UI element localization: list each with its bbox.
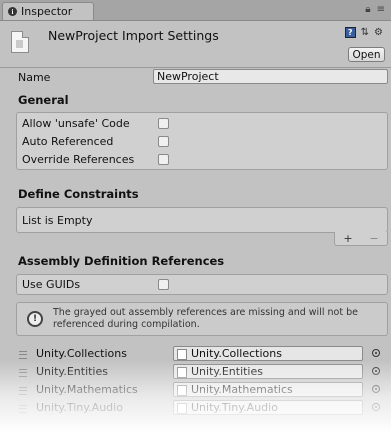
info-icon: i xyxy=(8,7,17,16)
menu-icon[interactable]: ≡ xyxy=(377,4,385,15)
auto-referenced-label: Auto Referenced xyxy=(22,135,114,148)
drag-handle-icon[interactable] xyxy=(19,405,27,413)
define-constraints-list: List is Empty xyxy=(16,207,388,233)
asset-file-icon xyxy=(177,403,187,414)
add-item-button[interactable]: + xyxy=(343,232,352,245)
reference-field[interactable]: Unity.Tiny.Audio xyxy=(173,400,363,415)
assembly-refs-heading: Assembly Definition References xyxy=(18,254,225,268)
override-references-label: Override References xyxy=(22,153,135,166)
allow-unsafe-label: Allow 'unsafe' Code xyxy=(22,117,130,130)
reference-value: Unity.Collections xyxy=(191,347,282,360)
lock-icon[interactable]: 🔒︎ xyxy=(365,4,370,15)
reference-value: Unity.Entities xyxy=(191,365,263,378)
help-icon[interactable]: ? xyxy=(344,27,356,38)
remove-item-button[interactable]: − xyxy=(369,232,378,245)
reference-label: Unity.Entities xyxy=(36,365,108,378)
reference-label: Unity.Tiny.Audio xyxy=(36,401,123,414)
tab-label: Inspector xyxy=(21,5,73,18)
override-references-checkbox[interactable] xyxy=(158,154,169,165)
assembly-references-list: Unity.Collections Unity.Collections Unit… xyxy=(16,340,388,441)
reference-field[interactable]: Unity.Mathematics xyxy=(173,382,363,397)
auto-referenced-checkbox[interactable] xyxy=(158,136,169,147)
use-guids-box: Use GUIDs xyxy=(16,274,388,295)
use-guids-checkbox[interactable] xyxy=(158,279,169,290)
tab-bar: i Inspector 🔒︎ ≡ xyxy=(0,0,391,21)
reference-label: Unity.Mathematics xyxy=(36,383,138,396)
list-item: Unity.Collections Unity.Collections xyxy=(16,346,388,363)
name-label: Name xyxy=(18,71,51,84)
missing-refs-note: ! The grayed out assembly references are… xyxy=(16,302,388,336)
general-heading: General xyxy=(18,93,69,107)
asset-file-icon xyxy=(11,31,29,53)
use-guids-label: Use GUIDs xyxy=(22,278,81,291)
reference-field[interactable]: Unity.Collections xyxy=(173,346,363,361)
reference-value: Unity.Tiny.Audio xyxy=(191,401,278,414)
gear-icon[interactable]: ⚙ xyxy=(374,27,383,38)
object-picker-icon[interactable] xyxy=(372,349,380,357)
object-picker-icon[interactable] xyxy=(372,403,380,411)
open-button[interactable]: Open xyxy=(348,47,385,62)
list-item: Unity.Mathematics Unity.Mathematics xyxy=(16,382,388,399)
define-constraints-heading: Define Constraints xyxy=(18,187,139,201)
asset-file-icon xyxy=(177,385,187,396)
inspector-header: NewProject Import Settings ? ⇅ ⚙ Open xyxy=(0,21,391,68)
drag-handle-icon[interactable] xyxy=(19,387,27,395)
object-picker-icon[interactable] xyxy=(372,367,380,375)
general-box: Allow 'unsafe' Code Auto Referenced Over… xyxy=(16,112,388,170)
note-text: The grayed out assembly references are m… xyxy=(53,307,358,330)
drag-handle-icon[interactable] xyxy=(19,351,27,359)
warning-icon: ! xyxy=(27,311,43,327)
page-title: NewProject Import Settings xyxy=(48,28,219,43)
list-item: Unity.Entities Unity.Entities xyxy=(16,364,388,381)
reference-value: Unity.Mathematics xyxy=(191,383,293,396)
name-field[interactable]: NewProject xyxy=(153,69,388,84)
object-picker-icon[interactable] xyxy=(372,385,380,393)
tab-inspector[interactable]: i Inspector xyxy=(2,2,94,20)
preset-icon[interactable]: ⇅ xyxy=(361,27,369,38)
asset-file-icon xyxy=(177,367,187,378)
list-item: Unity.Tiny.Audio Unity.Tiny.Audio xyxy=(16,400,388,417)
list-footer: + − xyxy=(334,232,388,246)
drag-handle-icon[interactable] xyxy=(19,369,27,377)
asset-file-icon xyxy=(177,349,187,360)
allow-unsafe-checkbox[interactable] xyxy=(158,118,169,129)
reference-label: Unity.Collections xyxy=(36,347,127,360)
reference-field[interactable]: Unity.Entities xyxy=(173,364,363,379)
list-empty-text: List is Empty xyxy=(22,214,93,227)
